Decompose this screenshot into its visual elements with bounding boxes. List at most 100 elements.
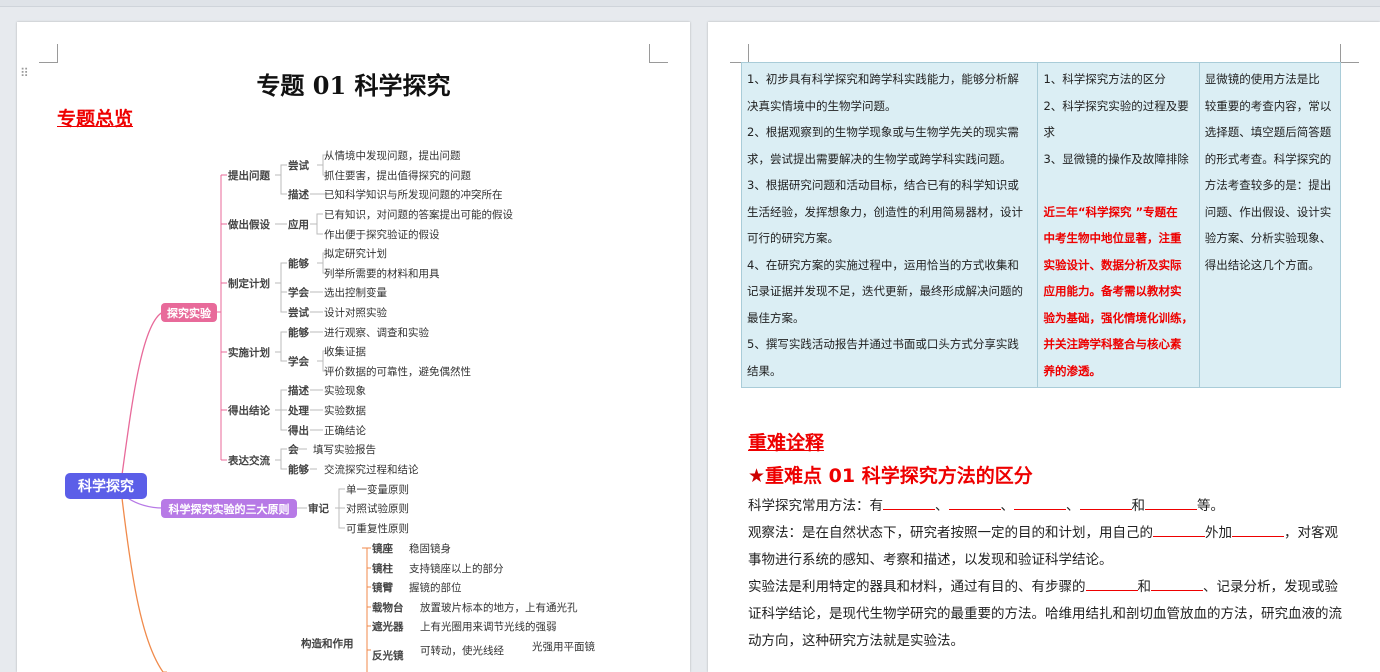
- mm-leaf: 单一变量原则: [346, 483, 409, 496]
- cell-line-highlight: 实验设计、数据分析及实际: [1043, 257, 1182, 272]
- focus-point-title: ★重难点 01 科学探究方法的区分: [748, 461, 1033, 488]
- mm-leaf: 列举所需要的材料和用具: [324, 267, 440, 280]
- margin-corner-mark: [730, 44, 749, 63]
- mm-verb: 学会: [288, 355, 309, 368]
- cell-line: 求: [1043, 125, 1055, 139]
- fill-blank[interactable]: [1145, 496, 1197, 510]
- cell-line-highlight: 应用能力。备考需以教材实: [1043, 284, 1182, 298]
- text-run: 证科学结论，是现代生物学研究的最重要的方法。哈维用结扎和剖切血管放血的方法，研究…: [748, 606, 1342, 622]
- text-run: 、: [935, 498, 949, 514]
- document-page-right: 1、初步具有科学探究和跨学科实践能力，能够分析解 决真实情境中的生物学问题。 2…: [708, 22, 1380, 672]
- text-run: 、: [1000, 498, 1015, 514]
- cell-line: 2、根据观察到的生物学现象或与生物学先关的现实需: [747, 125, 1019, 139]
- mm-leaf: 实验数据: [324, 404, 366, 417]
- text-run: 、: [1066, 498, 1080, 514]
- mm-leaf: 抓住要害，提出值得探究的问题: [324, 169, 471, 182]
- cell-line: 最佳方案。: [747, 310, 805, 325]
- mm-leaf: 可重复性原则: [346, 522, 409, 535]
- cell-line: 求，尝试提出需要解决的生物学或跨学科实践问题。: [747, 151, 1012, 166]
- mm-verb: 得出: [287, 424, 309, 437]
- mm-branch-label: 科学探究实验的三大原则: [169, 502, 290, 516]
- paragraph-observation: 观察法：是在自然状态下，研究者按照一定的目的和计划，用自己的 外加 ，对客观 事物进…: [748, 520, 1342, 574]
- mm-bracket: [217, 175, 222, 460]
- cell-line: 验方案、分析实验现象、: [1204, 231, 1332, 245]
- mm-leaf: 收集证据: [324, 345, 366, 358]
- fill-blank[interactable]: [1151, 577, 1203, 591]
- mm-link: [121, 311, 164, 476]
- mm-verb: 尝试: [288, 159, 309, 172]
- mm-bracket: [362, 547, 371, 672]
- mm-step-label: 做出假设: [227, 218, 270, 231]
- mm-leaf: 设计对照实验: [324, 306, 387, 319]
- cell-line: 1、初步具有科学探究和跨学科实践能力，能够分析解: [747, 72, 1019, 86]
- requirements-table: 1、初步具有科学探究和跨学科实践能力，能够分析解 决真实情境中的生物学问题。 2…: [740, 62, 1342, 388]
- mm-part-desc: 可转动，使光线经: [420, 644, 504, 657]
- text-run: 和: [1131, 498, 1146, 514]
- fill-blank[interactable]: [1232, 523, 1284, 537]
- mm-verb: 学会: [288, 286, 309, 299]
- mm-branch-label: 探究实验: [167, 306, 212, 320]
- cell-line-highlight: 养的渗透。: [1043, 363, 1101, 378]
- cell-line: 生活经验，发挥想象力，创造性的利用简易器材，设计: [747, 204, 1023, 219]
- mm-leaf: 进行观察、调查和实验: [324, 326, 429, 339]
- table-row: 1、初步具有科学探究和跨学科实践能力，能够分析解 决真实情境中的生物学问题。 2…: [740, 62, 1342, 388]
- cell-line: 5、撰写实践活动报告并通过书面或口头方式分享实践: [747, 337, 1019, 351]
- mm-part-desc: 放置玻片标本的地方，上有通光孔: [420, 601, 578, 614]
- cell-line: 2、科学探究实验的过程及要: [1043, 98, 1189, 113]
- cell-line-highlight: 中考生物中地位显著，注重: [1043, 231, 1182, 245]
- mm-verb: 能够: [288, 463, 309, 476]
- cell-line: 结果。: [747, 363, 782, 378]
- toolbar-edge: [0, 0, 1380, 7]
- mm-verb: 审记: [308, 502, 329, 515]
- cell-line: 较重要的考查内容，常以: [1204, 98, 1332, 113]
- mm-leaf: 作出便于探究验证的假设: [324, 228, 440, 241]
- cell-line: 得出结论这几个方面。: [1204, 257, 1320, 272]
- mm-part: 镜臂: [372, 581, 393, 594]
- text-run: 科学探究常用方法：有: [748, 498, 883, 514]
- text-run: 动方向，这种研究方法就是实验法。: [748, 633, 964, 649]
- mm-leaf: 已知科学知识与所发现问题的冲突所在: [324, 188, 503, 201]
- mm-verb: 应用: [288, 218, 309, 231]
- text-run: ，对客观: [1284, 525, 1338, 541]
- table-cell-exam-forms[interactable]: 显微镜的使用方法是比 较重要的考查内容，常以 选择题、填空题后简答题 的形式考查…: [1198, 62, 1342, 388]
- mm-link: [121, 497, 164, 672]
- star-icon: ★: [748, 465, 766, 487]
- section-heading-explain: 重难诠释: [748, 432, 825, 454]
- fill-blank[interactable]: [1153, 523, 1205, 537]
- mm-part-desc: 支持镜座以上的部分: [409, 562, 504, 575]
- table-cell-focus-points[interactable]: 1、科学探究方法的区分 2、科学探究实验的过程及要 求 3、显微镜的操作及故障排…: [1037, 62, 1200, 388]
- mm-verb: 能够: [288, 326, 309, 339]
- fill-blank[interactable]: [1085, 577, 1138, 591]
- mm-leaf: 实验现象: [324, 384, 366, 397]
- cell-line: 问题、作出假设、设计实: [1204, 204, 1332, 219]
- cell-line: 1、科学探究方法的区分: [1043, 72, 1166, 86]
- mm-part: 遮光器: [372, 620, 404, 633]
- fill-blank[interactable]: [1079, 496, 1132, 510]
- mm-verb: 描述: [288, 384, 309, 397]
- mm-leaf: 从情境中发现问题，提出问题: [324, 149, 461, 162]
- cell-line: 3、显微镜的操作及故障排除: [1043, 151, 1189, 166]
- cell-line: 方法考查较多的是：提出: [1204, 178, 1332, 192]
- mm-leaf: 对照试验原则: [346, 502, 409, 515]
- table-cell-standards[interactable]: 1、初步具有科学探究和跨学科实践能力，能够分析解 决真实情境中的生物学问题。 2…: [740, 62, 1039, 388]
- mm-part-desc: 光强用平面镜: [532, 640, 595, 653]
- fill-blank[interactable]: [883, 496, 935, 510]
- cell-line: 可行的研究方案。: [747, 231, 839, 245]
- cell-line: 4、在研究方案的实施过程中，运用恰当的方式收集和: [747, 257, 1019, 272]
- mm-leaf: 拟定研究计划: [324, 247, 387, 260]
- mm-leaf: 已有知识，对问题的答案提出可能的假设: [324, 208, 513, 221]
- cell-line: 的形式考查。科学探究的: [1204, 151, 1332, 166]
- mm-verb: 尝试: [288, 306, 309, 319]
- mm-part: 载物台: [372, 601, 404, 614]
- mm-part-desc: 握镜的部位: [409, 581, 462, 594]
- cell-line-spacer: [1043, 172, 1193, 199]
- fill-blank[interactable]: [1014, 496, 1066, 510]
- mm-part: 反光镜: [372, 649, 404, 662]
- mm-part-desc: 稳固镜身: [409, 542, 451, 555]
- mm-verb: 能够: [288, 257, 309, 270]
- margin-corner-mark: [1340, 44, 1359, 63]
- fill-blank[interactable]: [948, 496, 1001, 510]
- text-run: 等。: [1197, 498, 1224, 514]
- mm-part: 镜柱: [372, 562, 393, 575]
- text-run: 外加: [1205, 525, 1232, 541]
